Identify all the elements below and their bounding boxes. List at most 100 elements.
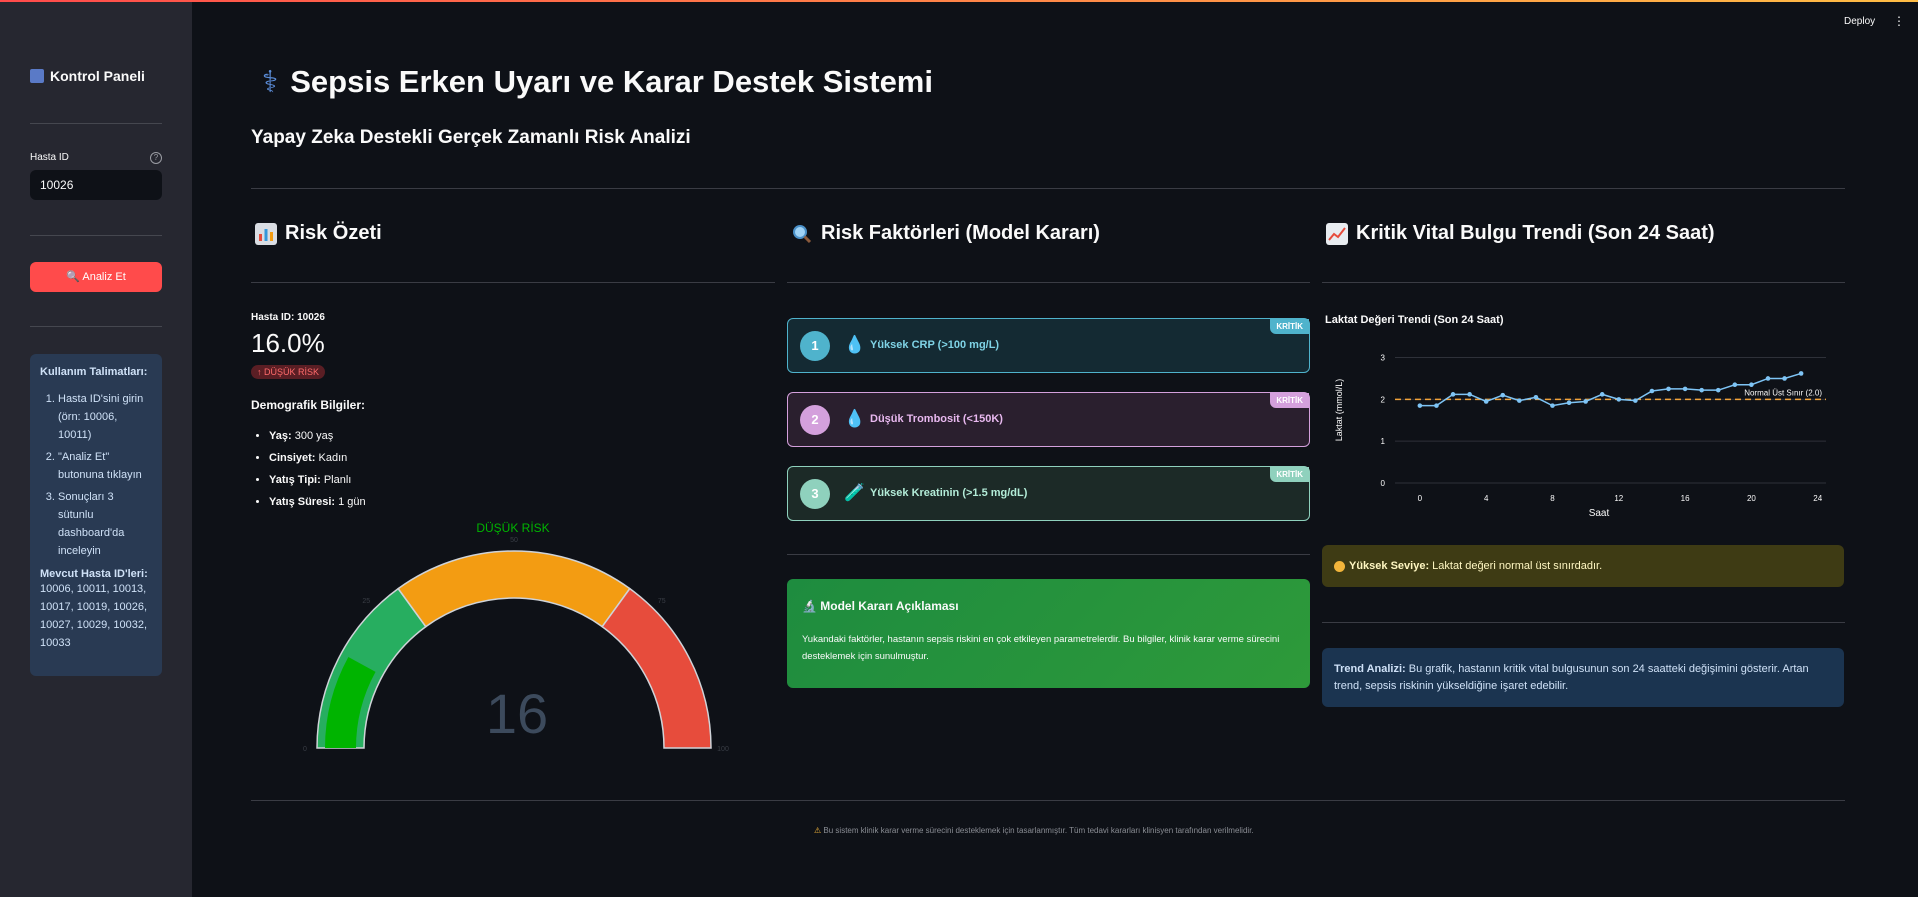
divider: [251, 282, 775, 283]
divider: [30, 235, 162, 236]
model-explanation-title: 🔬 Model Kararı Açıklaması: [802, 599, 959, 613]
data-point: [1765, 376, 1771, 381]
data-point: [1599, 392, 1605, 397]
data-point: [1732, 382, 1738, 388]
y-axis-ticks: 0 1 2 3: [1381, 354, 1386, 488]
gauge-tick-label: 100: [717, 746, 729, 753]
patient-id-label: Hasta ID: [30, 152, 69, 163]
help-icon[interactable]: ?: [150, 152, 162, 164]
x-tick-label: 20: [1747, 494, 1756, 503]
analyze-button[interactable]: 🔍 Analiz Et: [30, 262, 162, 292]
control-panel-icon: [30, 69, 44, 83]
demographics-title: Demografik Bilgiler:: [251, 398, 366, 412]
data-point: [1616, 397, 1622, 402]
y-tick-label: 0: [1381, 479, 1386, 488]
y-tick-label: 1: [1381, 437, 1386, 446]
page-subtitle: Yapay Zeka Destekli Gerçek Zamanlı Risk …: [251, 127, 691, 148]
risk-factor-card: 1 💧 Yüksek CRP (>100 mg/L) KRİTİK: [787, 318, 1310, 373]
factor-number: 1: [800, 331, 830, 361]
model-explanation-text: Yukandaki faktörler, hastanın sepsis ris…: [802, 634, 1280, 662]
instruction-step: Hasta ID'sini girin (örn: 10006, 10011): [58, 390, 152, 444]
warning-alert: Yüksek Seviye: Laktat değeri normal üst …: [1322, 545, 1844, 587]
critical-tag: KRİTİK: [1270, 319, 1309, 334]
divider: [1322, 622, 1845, 623]
gauge-band: [397, 550, 631, 628]
divider: [1322, 282, 1845, 283]
x-tick-label: 16: [1681, 494, 1690, 503]
critical-tag: KRİTİK: [1270, 467, 1309, 482]
instruction-step: Sonuçları 3 sütunlu dashboard'da inceley…: [58, 488, 152, 560]
demographic-label: Yatış Süresi:: [269, 496, 336, 508]
instruction-step: "Analiz Et" butonuna tıklayın: [58, 448, 152, 484]
data-point: [1782, 376, 1787, 381]
x-tick-label: 12: [1614, 494, 1623, 503]
gauge-tick-label: 50: [510, 537, 518, 544]
bar-chart-icon: [255, 222, 277, 245]
vital-trend-title: Kritik Vital Bulgu Trendi (Son 24 Saat): [1326, 222, 1715, 245]
x-tick-label: 0: [1418, 494, 1423, 503]
data-point: [1666, 386, 1671, 392]
divider: [787, 554, 1310, 555]
data-point: [1417, 403, 1423, 408]
data-point: [1682, 386, 1688, 392]
gauge-tick-label: 75: [658, 598, 666, 605]
demographic-item: Yaş: 300 yaş: [269, 428, 366, 450]
data-point: [1649, 388, 1655, 394]
divider: [251, 188, 1845, 189]
x-axis-label: Saat: [1589, 508, 1610, 519]
instructions-list: Hasta ID'sini girin (örn: 10006, 10011) …: [40, 390, 152, 560]
chart-gridlines: [1395, 357, 1826, 484]
demographic-label: Cinsiyet:: [269, 452, 316, 464]
data-point: [1450, 392, 1456, 397]
footer-text: Bu sistem klinik karar verme sürecini de…: [823, 826, 1254, 835]
y-axis-label: Laktat (mmol/L): [1334, 379, 1344, 442]
deploy-button[interactable]: Deploy: [1844, 16, 1875, 27]
demographics-list: Yaş: 300 yaş Cinsiyet: Kadın Yatış Tipi:…: [269, 428, 366, 516]
data-point: [1434, 403, 1439, 408]
demographic-value: Planlı: [323, 474, 352, 486]
gauge-value: 16: [486, 682, 548, 745]
x-tick-label: 24: [1813, 494, 1822, 503]
demographic-item: Yatış Tipi: Planlı: [269, 472, 366, 494]
factor-text: Yüksek CRP (>100 mg/L): [870, 339, 1000, 351]
trend-analysis-box: Trend Analizi: Bu grafik, hastanın kriti…: [1322, 648, 1844, 707]
trend-analysis-text: Bu grafik, hastanın kritik vital bulgusu…: [1334, 663, 1809, 692]
caduceus-icon: ⚕: [262, 65, 279, 99]
blood-drop-icon: 💧: [844, 335, 866, 354]
page-title: ⚕ Sepsis Erken Uyarı ve Karar Destek Sis…: [262, 64, 933, 100]
x-tick-label: 4: [1484, 494, 1489, 503]
x-tick-label: 8: [1550, 494, 1555, 503]
footer-disclaimer: ⚠ Bu sistem klinik karar verme sürecini …: [814, 826, 1254, 835]
gauge-band: [601, 587, 712, 749]
divider: [251, 800, 1845, 801]
trend-chart-icon: [1326, 222, 1348, 245]
risk-factor-card: 3 🧪 Yüksek Kreatinin (>1.5 mg/dL) KRİTİK: [787, 466, 1310, 521]
data-point: [1566, 400, 1572, 406]
data-point: [1715, 387, 1721, 393]
y-tick-label: 2: [1381, 395, 1386, 404]
risk-summary-title-text: Risk Özeti: [285, 222, 382, 244]
instructions-title: Kullanım Talimatları:: [40, 366, 148, 378]
risk-summary-title: Risk Özeti: [255, 222, 382, 245]
data-point: [1500, 392, 1506, 398]
top-accent-line: [0, 0, 1918, 2]
gauge-tick-label: 25: [362, 598, 370, 605]
data-point: [1533, 394, 1539, 400]
demographic-item: Yatış Süresi: 1 gün: [269, 494, 366, 516]
vital-trend-title-text: Kritik Vital Bulgu Trendi (Son 24 Saat): [1356, 222, 1715, 244]
divider: [30, 326, 162, 327]
warning-label: Yüksek Seviye:: [1349, 560, 1430, 572]
risk-metric-value: 16.0%: [251, 328, 325, 358]
factor-text: Yüksek Kreatinin (>1.5 mg/dL): [870, 487, 1028, 499]
divider: [30, 123, 162, 124]
demographic-label: Yatış Tipi:: [269, 474, 321, 486]
sidebar-title: Kontrol Paneli: [30, 68, 145, 84]
gauge-tick-label: 0: [303, 746, 307, 753]
sidebar: Kontrol Paneli Hasta ID ? 🔍 Analiz Et Ku…: [0, 2, 192, 897]
kebab-menu-icon[interactable]: ⋮: [1893, 14, 1905, 28]
data-point: [1467, 392, 1472, 397]
patient-id-input[interactable]: [30, 170, 162, 200]
warning-text: Laktat değeri normal üst sınırdadır.: [1429, 560, 1603, 572]
sidebar-title-text: Kontrol Paneli: [50, 68, 145, 84]
y-tick-label: 3: [1381, 354, 1386, 363]
